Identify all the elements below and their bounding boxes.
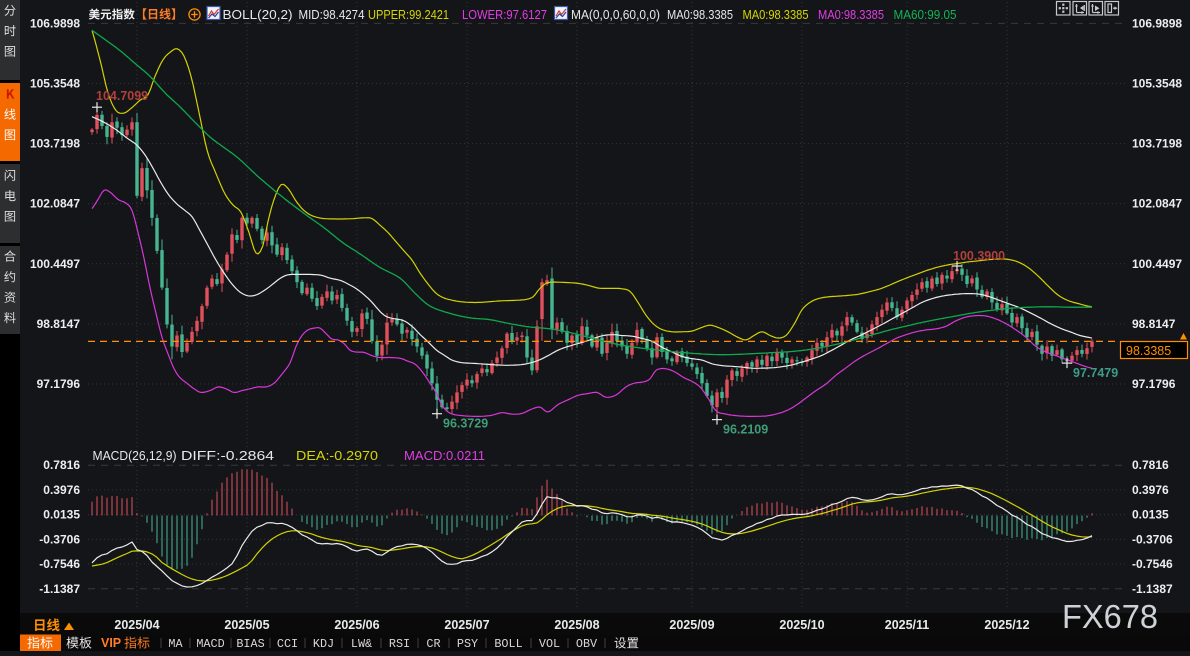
svg-text:BOLL(20,2): BOLL(20,2) [223, 7, 293, 22]
svg-text:VOL: VOL [539, 637, 560, 651]
svg-text:BIAS: BIAS [236, 637, 264, 651]
svg-text:100.4497: 100.4497 [30, 257, 80, 271]
svg-text:98.3385: 98.3385 [1126, 344, 1171, 358]
svg-text:-0.7546: -0.7546 [1132, 557, 1173, 571]
svg-text:0.0135: 0.0135 [1132, 508, 1169, 522]
svg-text:MACD: MACD [196, 637, 224, 651]
svg-text:105.3548: 105.3548 [1132, 77, 1182, 91]
svg-text:MA60:99.05: MA60:99.05 [894, 7, 957, 22]
svg-text:UPPER:99.2421: UPPER:99.2421 [368, 7, 449, 22]
svg-text:DIFF:-0.2864: DIFF:-0.2864 [181, 448, 274, 463]
svg-text:98.8147: 98.8147 [37, 317, 81, 331]
svg-text:MID:98.4274: MID:98.4274 [299, 7, 365, 22]
svg-text:106.9898: 106.9898 [1132, 16, 1182, 30]
svg-text:MACD(26,12,9): MACD(26,12,9) [93, 448, 177, 463]
svg-text:0.3976: 0.3976 [1132, 483, 1169, 497]
svg-text:MA: MA [168, 637, 183, 651]
svg-text:OBV: OBV [576, 637, 598, 651]
svg-text:MA0:98.3385: MA0:98.3385 [667, 7, 733, 22]
svg-text:103.7198: 103.7198 [1132, 137, 1182, 151]
svg-text:0.7816: 0.7816 [1132, 458, 1169, 472]
svg-text:FX678: FX678 [1062, 598, 1158, 635]
svg-text:-0.7546: -0.7546 [39, 557, 80, 571]
svg-text:KDJ: KDJ [313, 637, 334, 651]
svg-text:106.9898: 106.9898 [30, 16, 80, 30]
svg-text:103.7198: 103.7198 [30, 137, 80, 151]
svg-text:104.7099: 104.7099 [96, 89, 148, 103]
svg-text:2025/05: 2025/05 [224, 618, 269, 632]
svg-text:2025/09: 2025/09 [669, 618, 714, 632]
svg-text:MA(0,0,0,60,0,0): MA(0,0,0,60,0,0) [571, 7, 660, 22]
svg-text:102.0847: 102.0847 [30, 197, 80, 211]
svg-text:100.4497: 100.4497 [1132, 257, 1182, 271]
svg-text:2025/12: 2025/12 [984, 618, 1029, 632]
svg-text:MA0:98.3385: MA0:98.3385 [743, 7, 809, 22]
svg-text:PSY: PSY [457, 637, 478, 651]
svg-text:-1.1387: -1.1387 [39, 582, 80, 596]
svg-text:LOWER:97.6127: LOWER:97.6127 [462, 7, 547, 22]
svg-text:2025/10: 2025/10 [779, 618, 824, 632]
svg-text:0.3976: 0.3976 [43, 483, 80, 497]
svg-text:100.3900: 100.3900 [953, 249, 1005, 263]
svg-text:MACD:0.0211: MACD:0.0211 [404, 448, 485, 463]
svg-text:102.0847: 102.0847 [1132, 197, 1182, 211]
svg-text:MA0:98.3385: MA0:98.3385 [818, 7, 884, 22]
svg-text:LW&: LW& [351, 637, 372, 651]
svg-text:VIP: VIP [101, 636, 121, 650]
svg-text:2025/07: 2025/07 [444, 618, 489, 632]
svg-text:2025/04: 2025/04 [114, 618, 159, 632]
svg-text:RSI: RSI [389, 637, 410, 651]
svg-text:2025/06: 2025/06 [334, 618, 379, 632]
svg-text:2025/08: 2025/08 [554, 618, 599, 632]
svg-text:105.3548: 105.3548 [30, 77, 80, 91]
svg-text:97.1796: 97.1796 [37, 377, 81, 391]
svg-text:0.0135: 0.0135 [43, 508, 80, 522]
svg-text:-0.3706: -0.3706 [1132, 532, 1173, 546]
svg-text:97.7479: 97.7479 [1073, 366, 1118, 380]
svg-text:-0.3706: -0.3706 [39, 532, 80, 546]
svg-text:CR: CR [426, 637, 440, 651]
svg-text:96.3729: 96.3729 [443, 417, 488, 431]
svg-text:97.1796: 97.1796 [1132, 377, 1176, 391]
svg-text:-1.1387: -1.1387 [1132, 582, 1173, 596]
svg-text:96.2109: 96.2109 [723, 423, 768, 437]
svg-text:2025/11: 2025/11 [885, 618, 930, 632]
svg-text:98.8147: 98.8147 [1132, 317, 1176, 331]
svg-text:BOLL: BOLL [494, 637, 522, 651]
svg-text:DEA:-0.2970: DEA:-0.2970 [296, 448, 378, 463]
svg-text:0.7816: 0.7816 [43, 458, 80, 472]
svg-text:CCI: CCI [277, 637, 298, 651]
